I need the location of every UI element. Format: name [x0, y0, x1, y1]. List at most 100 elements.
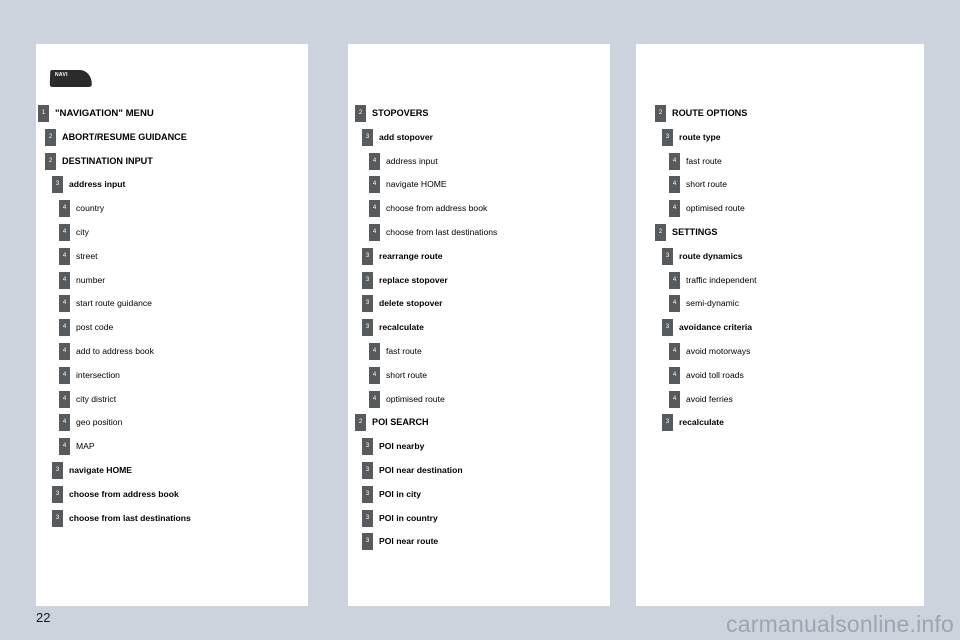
menu-row-label: POI near destination [379, 464, 463, 475]
menu-row-label: rearrange route [379, 250, 443, 261]
level-badge: 3 [362, 509, 373, 527]
level-badge: 4 [369, 152, 380, 170]
level-badge: 3 [662, 247, 673, 265]
level-badge: 2 [655, 105, 666, 122]
level-badge: 3 [362, 438, 373, 456]
level-badge: 2 [45, 128, 56, 146]
menu-row-label: avoid motorways [686, 345, 751, 356]
menu-row-label: avoid toll roads [686, 369, 744, 380]
menu-row-label: traffic independent [686, 274, 757, 285]
page-number: 22 [36, 610, 51, 625]
menu-row-label: post code [76, 322, 114, 333]
level-badge: 3 [52, 485, 63, 503]
level-badge: 3 [52, 461, 63, 479]
menu-row-label: avoidance criteria [679, 322, 753, 333]
menu-row-label: POI in city [379, 488, 422, 499]
document-page: NAVI 1 "NAVIGATION" MENU 2 ABORT/RESUME GUI… [0, 0, 960, 640]
level-badge: 2 [355, 105, 366, 122]
menu-row-label: POI in country [379, 512, 438, 523]
level-badge: 4 [59, 366, 70, 384]
level-badge: 4 [59, 200, 70, 218]
level-badge: 4 [59, 271, 70, 289]
level-badge: 4 [59, 438, 70, 456]
menu-row-label: fast route [386, 345, 422, 356]
level-badge: 3 [662, 128, 673, 146]
level-badge: 4 [59, 390, 70, 408]
level-badge: 4 [669, 295, 680, 313]
level-badge: 4 [59, 295, 70, 313]
level-badge: 4 [59, 342, 70, 360]
watermark: carmanualsonline.info [726, 611, 954, 637]
level-badge: 3 [662, 414, 673, 432]
menu-row-label: DESTINATION INPUT [62, 155, 153, 166]
menu-row-label: POI SEARCH [372, 417, 429, 428]
menu-row-label: "NAVIGATION" MENU [55, 108, 154, 119]
menu-row-label: street [76, 250, 98, 261]
level-badge: 3 [362, 485, 373, 503]
menu-row-label: number [76, 274, 106, 285]
menu-row-label: recalculate [379, 322, 424, 333]
menu-row-label: POI near route [379, 536, 439, 547]
menu-row-label: navigate HOME [69, 464, 133, 475]
menu-row-label: avoid ferries [686, 393, 733, 404]
menu-row-label: route dynamics [679, 250, 743, 261]
level-badge: 4 [369, 390, 380, 408]
level-badge: 3 [362, 461, 373, 479]
logo-label: NAVI [55, 72, 68, 78]
level-badge: 2 [45, 152, 56, 170]
level-badge: 4 [59, 223, 70, 241]
menu-row-label: delete stopover [379, 298, 443, 309]
menu-row-label: SETTINGS [672, 226, 718, 237]
level-badge: 4 [669, 342, 680, 360]
level-badge: 3 [362, 319, 373, 337]
menu-row-label: add to address book [76, 345, 154, 356]
level-badge: 4 [669, 152, 680, 170]
menu-row-label: add stopover [379, 131, 433, 142]
level-badge: 2 [355, 414, 366, 432]
menu-row-label: navigate HOME [386, 179, 447, 190]
menu-row-label: choose from last destinations [386, 226, 498, 237]
menu-row-label: MAP [76, 441, 95, 452]
menu-row-label: city [76, 226, 89, 237]
level-badge: 3 [362, 533, 373, 551]
menu-row-label: start route guidance [76, 298, 152, 309]
menu-row-label: address input [386, 155, 438, 166]
menu-row-label: optimised route [686, 203, 745, 214]
level-badge: 4 [369, 342, 380, 360]
level-badge: 1 [38, 105, 49, 122]
level-badge: 3 [52, 509, 63, 527]
level-badge: 3 [52, 176, 63, 194]
level-badge: 3 [362, 271, 373, 289]
menu-row-label: STOPOVERS [372, 108, 429, 118]
navi-logo: NAVI [49, 70, 93, 88]
level-badge: 3 [362, 295, 373, 313]
level-badge: 4 [669, 200, 680, 218]
level-badge: 4 [369, 366, 380, 384]
menu-row-label: optimised route [386, 393, 445, 404]
level-badge: 4 [59, 247, 70, 265]
menu-row-label: choose from address book [386, 203, 488, 214]
level-badge: 4 [669, 176, 680, 194]
menu-row-label: geo position [76, 417, 123, 428]
level-badge: 4 [369, 200, 380, 218]
menu-row-label: replace stopover [379, 274, 448, 285]
level-badge: 4 [669, 271, 680, 289]
menu-row-label: ROUTE OPTIONS [672, 108, 748, 118]
menu-row-label: POI nearby [379, 441, 425, 452]
level-badge: 4 [59, 319, 70, 337]
menu-row-label: choose from last destinations [69, 512, 191, 523]
menu-row-label: city district [76, 393, 117, 404]
menu-row-label: short route [686, 179, 728, 190]
menu-row-label: route type [679, 131, 721, 142]
level-badge: 2 [655, 223, 666, 241]
level-badge: 4 [59, 414, 70, 432]
menu-row-label: intersection [76, 369, 120, 380]
level-badge: 4 [369, 223, 380, 241]
menu-row-label: choose from address book [69, 488, 179, 499]
menu-row-label: short route [386, 369, 428, 380]
level-badge: 3 [662, 319, 673, 337]
menu-row-label: ABORT/RESUME GUIDANCE [62, 131, 187, 142]
menu-row-label: semi-dynamic [686, 298, 740, 309]
menu-row-label: fast route [686, 155, 722, 166]
level-badge: 3 [362, 128, 373, 146]
